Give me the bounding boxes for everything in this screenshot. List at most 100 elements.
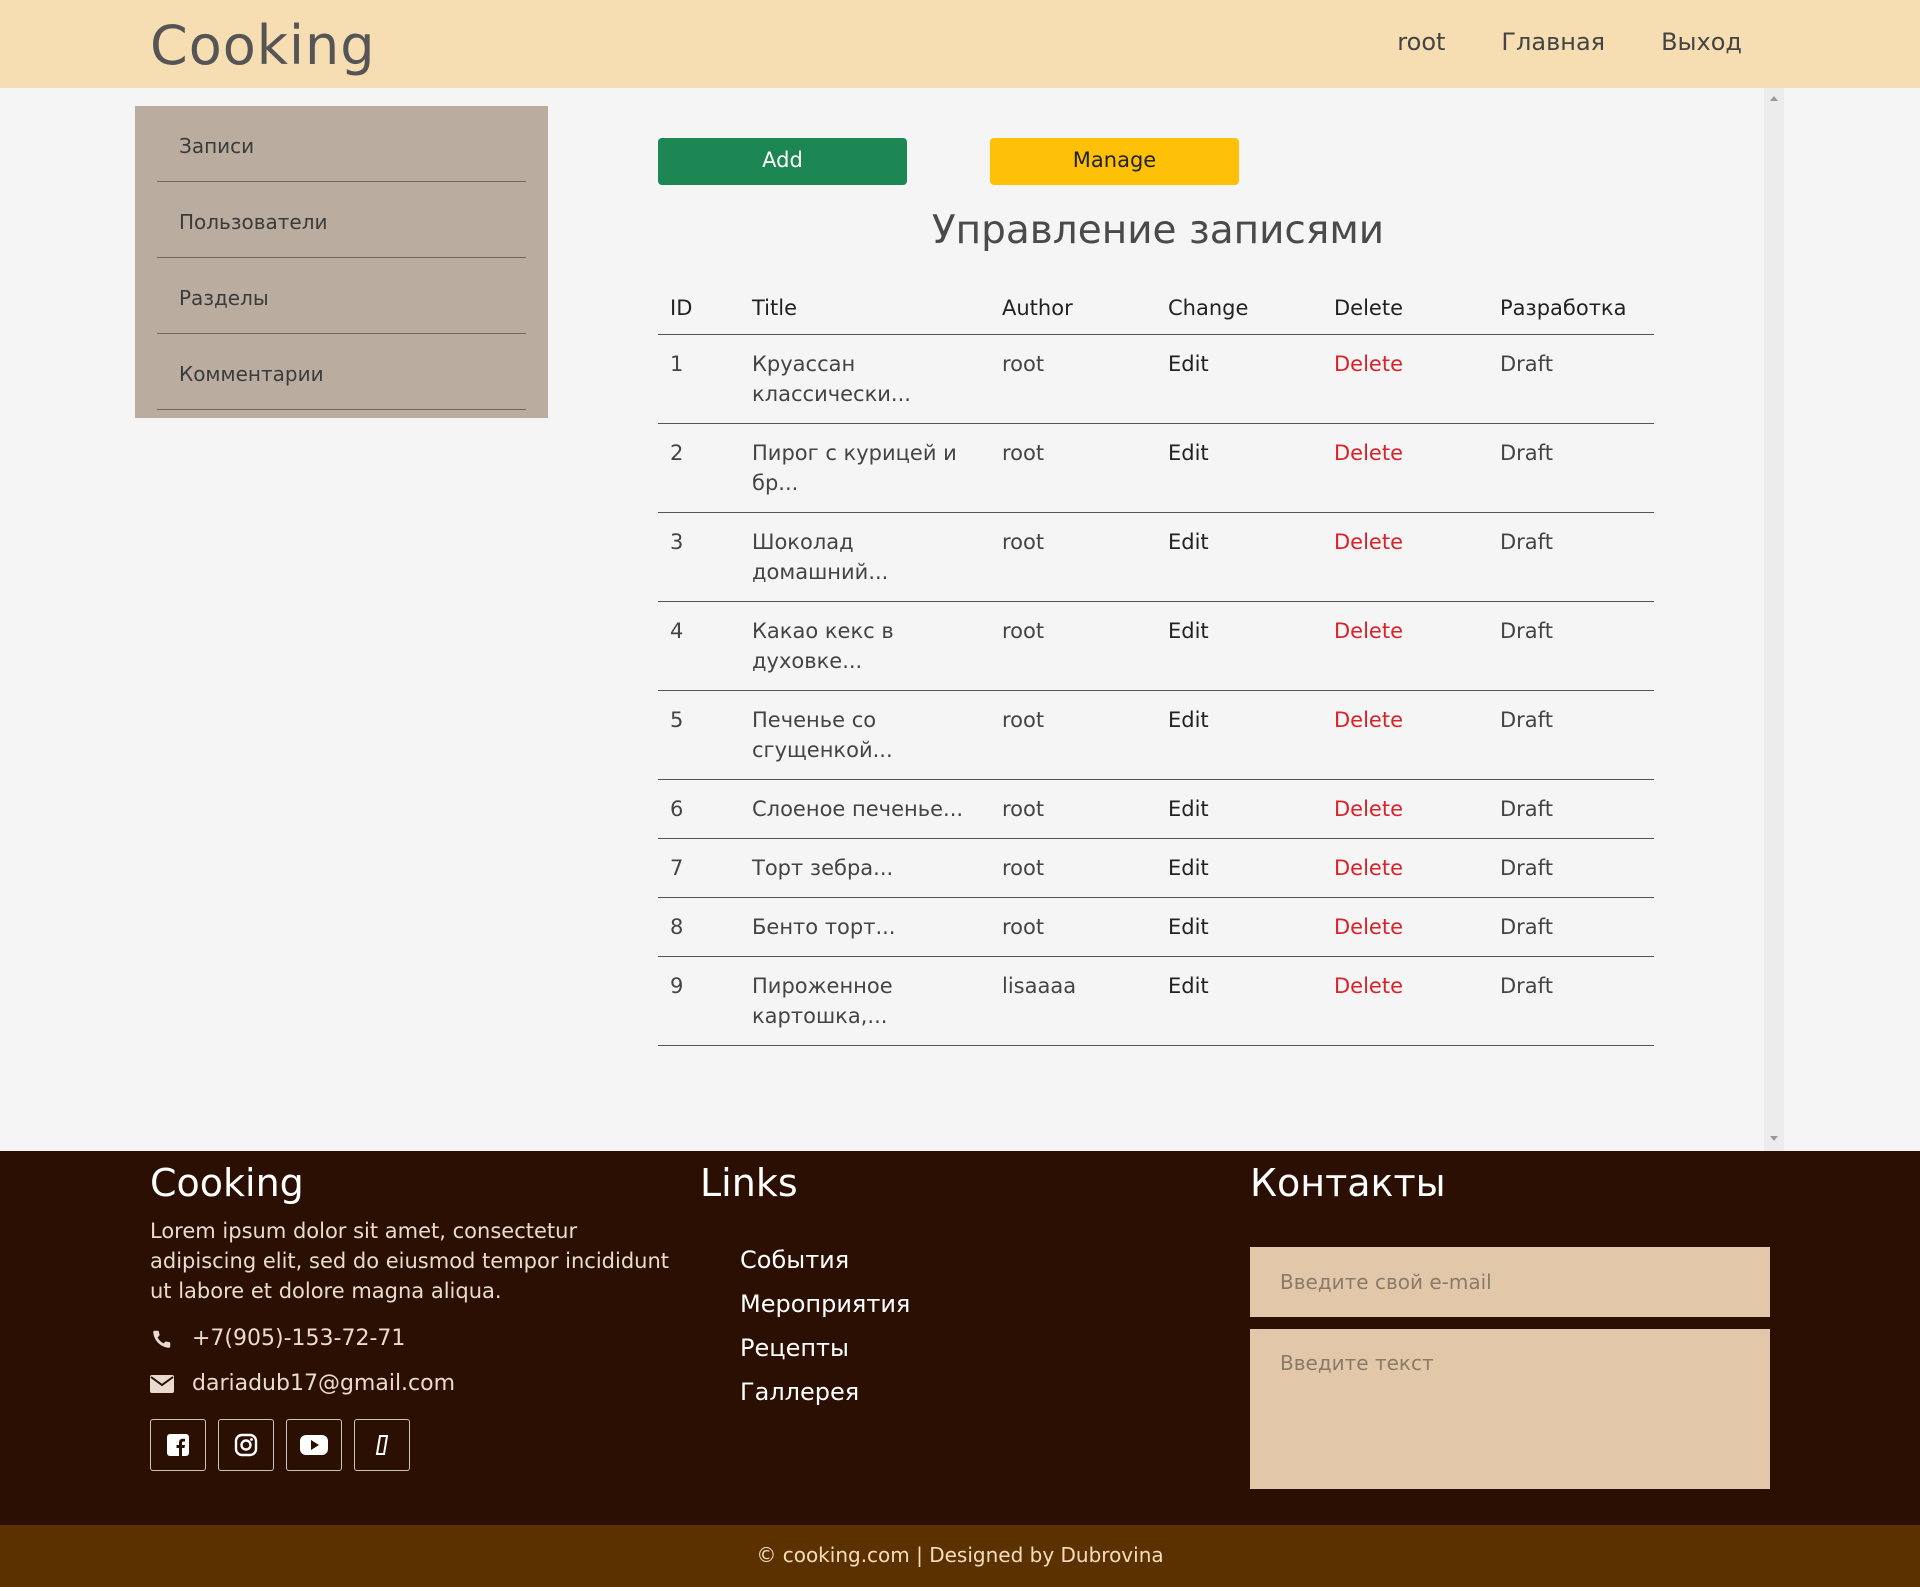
admin-sidebar: Записи Пользователи Разделы Комментарии (135, 106, 548, 418)
email-field[interactable] (1250, 1247, 1770, 1317)
cell-title: Пироженное картошка,... (740, 956, 990, 1046)
delete-link[interactable]: Delete (1334, 619, 1403, 643)
social-links (150, 1419, 410, 1471)
sidebar-item-posts[interactable]: Записи (157, 106, 526, 182)
column-header-author: Author (990, 286, 1156, 335)
cell-id: 1 (658, 334, 740, 424)
cell-title: Пирог с курицей и бр... (740, 423, 990, 513)
table-row: 8 Бенто торт... root Edit Delete Draft (658, 897, 1654, 957)
edit-link[interactable]: Edit (1168, 619, 1209, 643)
nav-logout-link[interactable]: Выход (1661, 28, 1742, 56)
cell-author: root (990, 601, 1156, 691)
edit-link[interactable]: Edit (1168, 856, 1209, 880)
email-address[interactable]: dariadub17@gmail.com (192, 1371, 455, 1396)
footer-links-title: Links (700, 1161, 798, 1205)
table-row: 4 Какао кекс в духовке... root Edit Dele… (658, 601, 1654, 691)
nav-user-link[interactable]: root (1397, 28, 1445, 56)
delete-link[interactable]: Delete (1334, 530, 1403, 554)
edit-link[interactable]: Edit (1168, 530, 1209, 554)
cell-status: Draft (1488, 423, 1654, 513)
vertical-scrollbar[interactable] (1764, 88, 1784, 1151)
table-header-row: ID Title Author Change Delete Разработка (658, 286, 1654, 335)
delete-link[interactable]: Delete (1334, 441, 1403, 465)
footer-about-text: Lorem ipsum dolor sit amet, consectetur … (150, 1219, 670, 1303)
cell-title: Какао кекс в духовке... (740, 601, 990, 691)
manage-button[interactable]: Manage (990, 138, 1239, 185)
footer-email: dariadub17@gmail.com (150, 1371, 455, 1396)
cell-author: root (990, 423, 1156, 513)
message-field[interactable] (1250, 1329, 1770, 1489)
instagram-icon[interactable] (218, 1419, 274, 1471)
edit-link[interactable]: Edit (1168, 915, 1209, 939)
delete-link[interactable]: Delete (1334, 856, 1403, 880)
cell-title: Слоеное печенье... (740, 779, 990, 839)
envelope-icon (150, 1374, 174, 1393)
cell-id: 6 (658, 779, 740, 839)
footer-link-events[interactable]: События (740, 1246, 910, 1274)
delete-link[interactable]: Delete (1334, 352, 1403, 376)
column-header-change: Change (1156, 286, 1322, 335)
cell-status: Draft (1488, 601, 1654, 691)
page-title: Управление записями (931, 208, 1385, 253)
cell-author: root (990, 779, 1156, 839)
copyright: © cooking.com | Designed by Dubrovina (0, 1525, 1920, 1587)
cell-title: Круассан классически... (740, 334, 990, 424)
phone-number[interactable]: +7(905)-153-72-71 (192, 1326, 405, 1351)
column-header-delete: Delete (1322, 286, 1488, 335)
delete-link[interactable]: Delete (1334, 915, 1403, 939)
footer-contacts-title: Контакты (1250, 1161, 1446, 1205)
footer-link-recipes[interactable]: Рецепты (740, 1334, 910, 1362)
scroll-down-arrow-icon[interactable] (1770, 1136, 1778, 1141)
cell-author: root (990, 512, 1156, 602)
cell-author: root (990, 334, 1156, 424)
top-nav: root Главная Выход (1397, 28, 1742, 56)
cell-status: Draft (1488, 512, 1654, 602)
cell-id: 3 (658, 512, 740, 602)
delete-link[interactable]: Delete (1334, 974, 1403, 998)
column-header-id: ID (658, 286, 740, 335)
cell-status: Draft (1488, 779, 1654, 839)
phone-icon[interactable] (354, 1419, 410, 1471)
phone-icon (150, 1328, 174, 1350)
sidebar-item-comments[interactable]: Комментарии (157, 334, 526, 410)
cell-author: root (990, 897, 1156, 957)
cell-author: root (990, 690, 1156, 780)
facebook-icon[interactable] (150, 1419, 206, 1471)
table-row: 3 Шоколад домашний... root Edit Delete D… (658, 512, 1654, 602)
footer-link-gallery[interactable]: Галлерея (740, 1378, 910, 1406)
sidebar-item-users[interactable]: Пользователи (157, 182, 526, 258)
cell-status: Draft (1488, 838, 1654, 898)
cell-id: 2 (658, 423, 740, 513)
table-row: 7 Торт зебра... root Edit Delete Draft (658, 838, 1654, 898)
cell-id: 7 (658, 838, 740, 898)
table-row: 5 Печенье со сгущенкой... root Edit Dele… (658, 690, 1654, 780)
footer-about-title: Cooking (150, 1161, 304, 1205)
footer: Cooking Lorem ipsum dolor sit amet, cons… (0, 1151, 1920, 1525)
edit-link[interactable]: Edit (1168, 441, 1209, 465)
cell-status: Draft (1488, 956, 1654, 1046)
logo[interactable]: Cooking (150, 14, 376, 77)
scroll-up-arrow-icon[interactable] (1770, 96, 1778, 101)
cell-title: Бенто торт... (740, 897, 990, 957)
edit-link[interactable]: Edit (1168, 974, 1209, 998)
add-button[interactable]: Add (658, 138, 907, 185)
sidebar-item-sections[interactable]: Разделы (157, 258, 526, 334)
footer-link-activities[interactable]: Мероприятия (740, 1290, 910, 1318)
footer-phone: +7(905)-153-72-71 (150, 1326, 405, 1351)
delete-link[interactable]: Delete (1334, 797, 1403, 821)
cell-status: Draft (1488, 897, 1654, 957)
cell-author: root (990, 838, 1156, 898)
edit-link[interactable]: Edit (1168, 797, 1209, 821)
cell-id: 9 (658, 956, 740, 1046)
cell-status: Draft (1488, 334, 1654, 424)
delete-link[interactable]: Delete (1334, 708, 1403, 732)
cell-id: 5 (658, 690, 740, 780)
edit-link[interactable]: Edit (1168, 708, 1209, 732)
column-header-status: Разработка (1488, 286, 1654, 335)
table-row: 6 Слоеное печенье... root Edit Delete Dr… (658, 779, 1654, 839)
youtube-icon[interactable] (286, 1419, 342, 1471)
edit-link[interactable]: Edit (1168, 352, 1209, 376)
nav-home-link[interactable]: Главная (1501, 28, 1605, 56)
cell-status: Draft (1488, 690, 1654, 780)
footer-links: События Мероприятия Рецепты Галлерея (740, 1246, 910, 1422)
